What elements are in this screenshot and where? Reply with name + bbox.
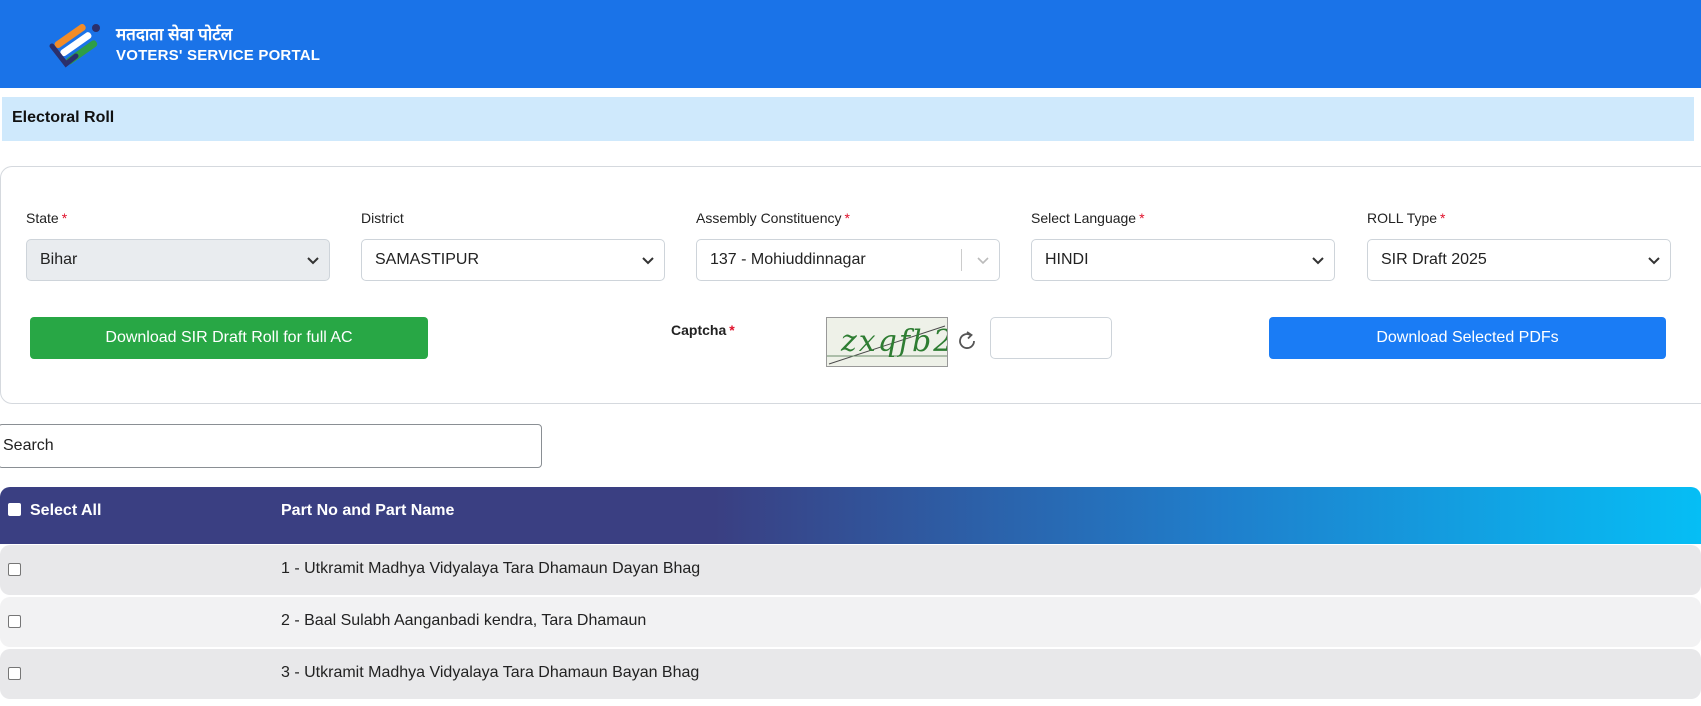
captcha-input[interactable] [990,317,1112,359]
chevron-down-icon [1310,252,1326,268]
captcha-image: zxqfb2 [826,317,948,367]
language-select-value: HINDI [1045,251,1089,268]
chevron-down-icon [975,252,991,268]
chevron-down-icon [640,252,656,268]
chevron-down-icon [305,252,321,268]
chevron-down-icon [1646,252,1662,268]
table-row: 2 - Baal Sulabh Aanganbadi kendra, Tara … [0,597,1701,647]
district-select-value: SAMASTIPUR [375,251,480,268]
search-input[interactable] [0,424,542,468]
roll-type-select-value: SIR Draft 2025 [1381,251,1487,268]
language-select[interactable]: HINDI [1031,239,1335,281]
download-full-ac-button[interactable]: Download SIR Draft Roll for full AC [30,317,428,359]
district-label: District [361,210,404,226]
section-header: Electoral Roll [2,97,1694,141]
row-part-name: 2 - Baal Sulabh Aanganbadi kendra, Tara … [281,612,647,629]
row-checkbox[interactable] [8,563,21,576]
captcha-text: zxqfb2 [841,324,948,359]
ballot-logo-icon[interactable] [46,16,108,72]
row-checkbox[interactable] [8,667,21,680]
top-header: मतदाता सेवा पोर्टल VOTERS' SERVICE PORTA… [0,0,1701,88]
state-select-value: Bihar [40,251,78,268]
select-separator [961,249,962,271]
roll-type-select[interactable]: SIR Draft 2025 [1367,239,1671,281]
table-row: 1 - Utkramit Madhya Vidyalaya Tara Dhama… [0,545,1701,595]
row-part-name: 1 - Utkramit Madhya Vidyalaya Tara Dhama… [281,560,701,577]
select-all-checkbox[interactable] [8,503,21,516]
filter-panel [0,166,1701,404]
column-header-part: Part No and Part Name [281,502,455,519]
brand-title-hindi: मतदाता सेवा पोर्टल [116,25,233,44]
page-title: Electoral Roll [12,109,115,126]
brand-title-english: VOTERS' SERVICE PORTAL [116,47,321,64]
download-selected-pdfs-button[interactable]: Download Selected PDFs [1269,317,1666,359]
language-label: Select Language * [1031,210,1145,226]
assembly-label: Assembly Constituency * [696,210,850,226]
table-header [0,487,1701,544]
select-all-label: Select All [30,502,102,519]
captcha-label: Captcha * [671,322,735,338]
refresh-icon[interactable] [955,329,979,353]
district-select[interactable]: SAMASTIPUR [361,239,665,281]
assembly-select[interactable]: 137 - Mohiuddinnagar [696,239,1000,281]
row-checkbox[interactable] [8,615,21,628]
assembly-select-value: 137 - Mohiuddinnagar [710,251,866,268]
table-row: 3 - Utkramit Madhya Vidyalaya Tara Dhama… [0,649,1701,699]
row-part-name: 3 - Utkramit Madhya Vidyalaya Tara Dhama… [281,664,700,681]
state-label: State * [26,210,68,226]
state-select[interactable]: Bihar [26,239,330,281]
roll-type-label: ROLL Type * [1367,210,1446,226]
